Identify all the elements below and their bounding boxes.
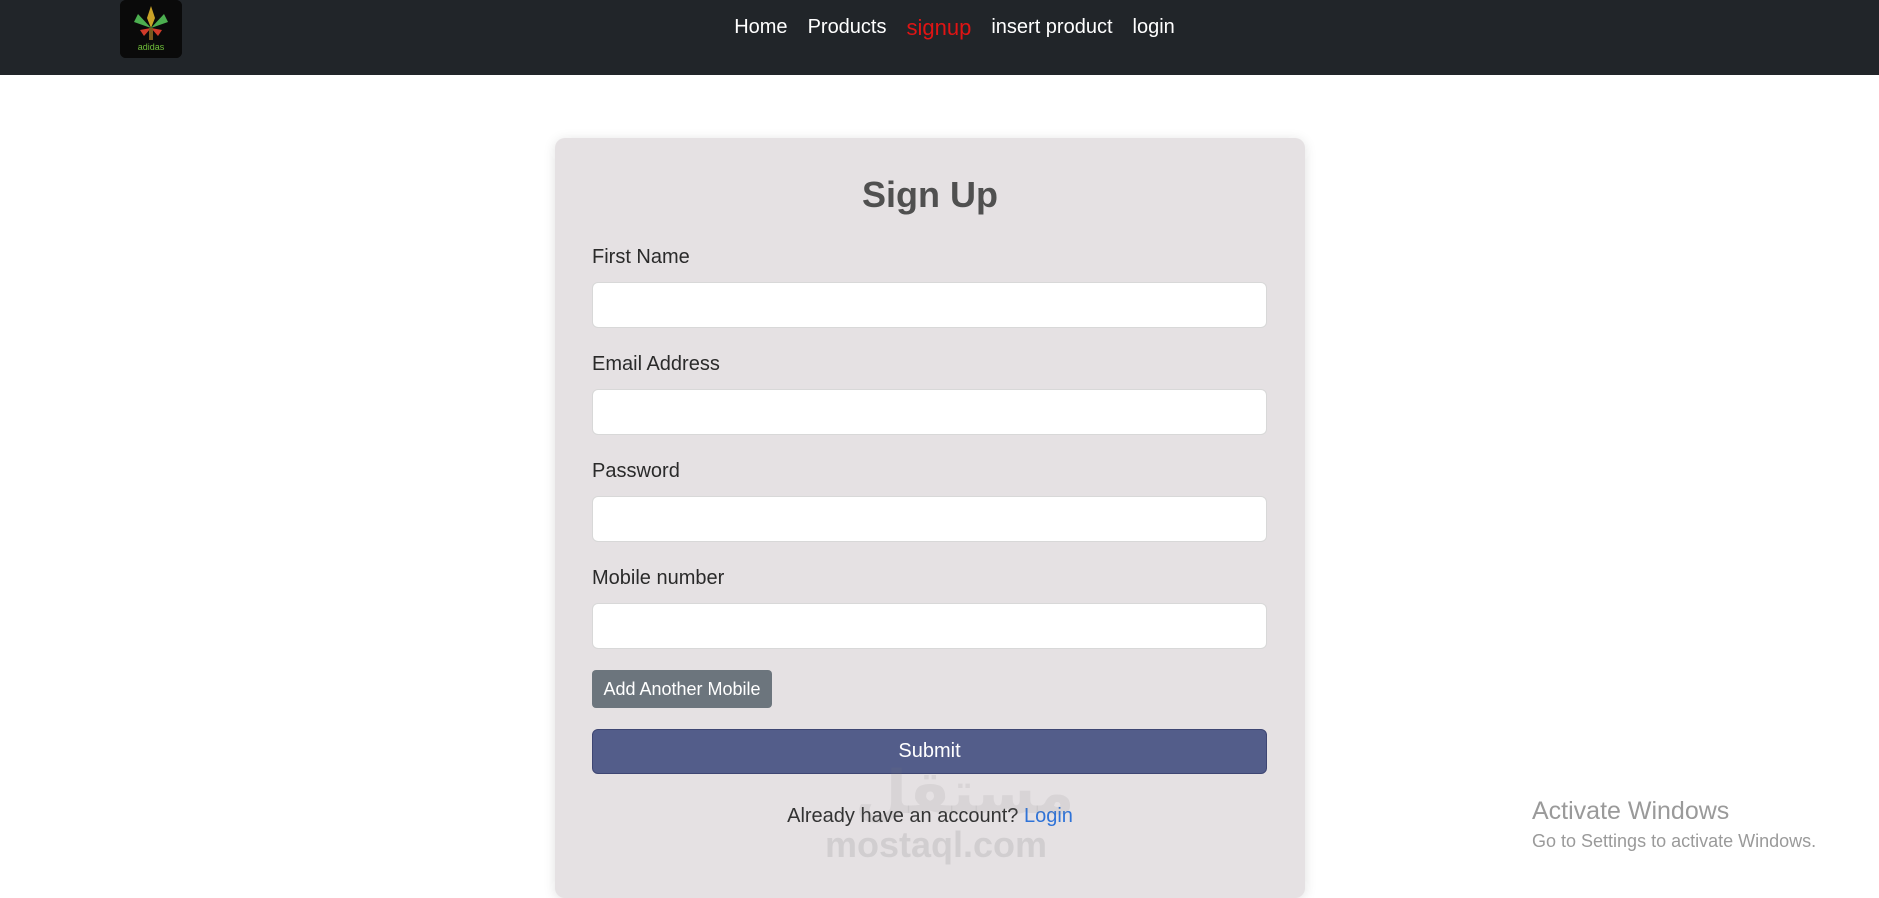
watermark-arabic: مستقل (855, 758, 1075, 828)
first-name-label: First Name (592, 246, 690, 268)
password-label: Password (592, 460, 680, 482)
navbar: adidas Home Products signup insert produ… (0, 0, 1879, 75)
nav-home[interactable]: Home (734, 16, 787, 39)
activate-windows-subtitle: Go to Settings to activate Windows. (1532, 831, 1817, 851)
nav-insert-product[interactable]: insert product (991, 16, 1112, 39)
mobile-input[interactable] (592, 603, 1267, 649)
nav-products[interactable]: Products (808, 16, 887, 39)
first-name-input[interactable] (592, 282, 1267, 328)
email-input[interactable] (592, 389, 1267, 435)
activate-windows-title: Activate Windows (1532, 797, 1730, 825)
email-label: Email Address (592, 353, 720, 375)
nav-menu: Home Products signup insert product logi… (0, 0, 1879, 55)
mobile-label: Mobile number (592, 567, 725, 589)
nav-signup[interactable]: signup (907, 15, 972, 41)
password-input[interactable] (592, 496, 1267, 542)
add-another-mobile-button[interactable]: Add Another Mobile (592, 670, 772, 708)
page-title: Sign Up (862, 174, 998, 215)
nav-login[interactable]: login (1133, 16, 1175, 39)
watermark-domain: mostaql.com (825, 824, 1048, 865)
